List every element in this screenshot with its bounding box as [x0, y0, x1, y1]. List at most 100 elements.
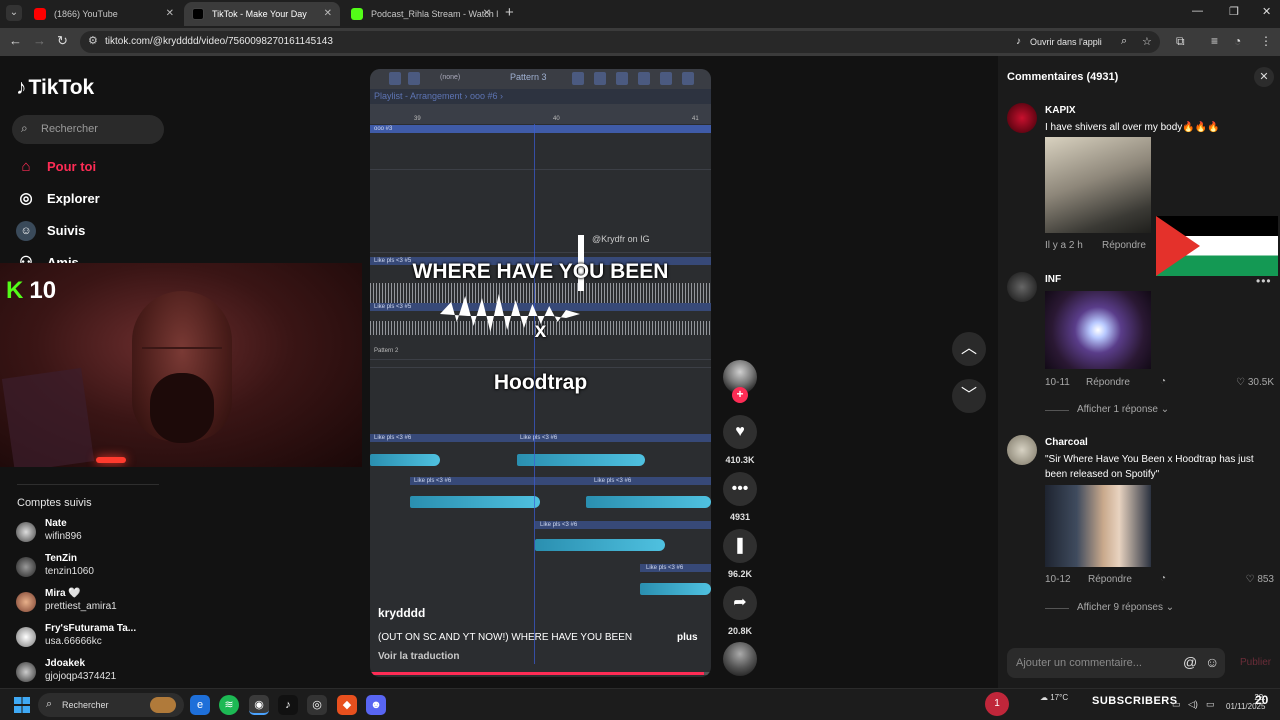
close-tab-icon[interactable]: ✕ [324, 2, 332, 26]
more-options-icon[interactable]: ••• [1256, 274, 1272, 288]
tiktok-app-icon[interactable]: ♪ [278, 695, 298, 715]
followed-account[interactable]: Mira 🤍 prettiest_amira1 [16, 588, 216, 618]
comment-like-button[interactable]: ♡ 853 [1246, 574, 1274, 585]
network-icon[interactable]: ▭ [1172, 699, 1181, 710]
see-translation-button[interactable]: Voir la traduction [378, 651, 460, 662]
taskbar-search[interactable]: ⌕ Rechercher [38, 693, 184, 717]
overlay-x: x [534, 319, 547, 342]
close-tab-icon[interactable]: ✕ [483, 2, 491, 26]
comment-username[interactable]: KAPIX [1045, 105, 1076, 116]
profile-avatar-icon[interactable]: ◔ [1234, 34, 1241, 48]
video-player[interactable]: (none) Pattern 3 Playlist - Arrangement … [370, 69, 711, 677]
reply-button[interactable]: Répondre [1102, 240, 1146, 251]
search-input[interactable]: ⌕ Rechercher [12, 115, 164, 144]
edge-icon[interactable]: e [190, 695, 210, 715]
account-name: Fry'sFuturama Ta... [45, 623, 137, 634]
ruler-mark: 41 [692, 116, 699, 122]
chrome-icon[interactable]: ◉ [249, 695, 269, 715]
address-bar[interactable]: ⚙ tiktok.com/@krydddd/video/756009827016… [80, 31, 1160, 53]
tab-kick[interactable]: Podcast_Rihla Stream - Watch l ✕ [343, 2, 499, 26]
back-icon[interactable]: ← [9, 33, 22, 48]
reply-button[interactable]: Répondre [1086, 377, 1130, 388]
caption-more-button[interactable]: plus [677, 632, 698, 643]
mention-icon[interactable]: @ [1183, 654, 1197, 670]
emoji-icon[interactable]: ☺ [1205, 654, 1219, 670]
comment-like-button[interactable]: ♡ 30.5K [1236, 377, 1274, 388]
battery-icon[interactable]: ▭ [1206, 699, 1215, 710]
tab-youtube[interactable]: (1866) YouTube ✕ [26, 2, 182, 26]
tab-tiktok[interactable]: TikTok - Make Your Day ✕ [184, 2, 340, 26]
volume-icon[interactable]: ◁) [1188, 699, 1198, 710]
followed-account[interactable]: Nate wifin896 [16, 518, 216, 548]
reload-icon[interactable]: ↻ [57, 33, 68, 49]
discord-icon[interactable]: ☻ [366, 695, 386, 715]
account-name: Jdoakek [45, 658, 86, 669]
comment-image[interactable] [1045, 291, 1151, 369]
tab-search-menu-button[interactable]: ⌄ [6, 5, 22, 21]
share-button[interactable]: ➦ 20.8K [722, 586, 758, 636]
followed-account[interactable]: Jdoakek gjojoqp4374421 [16, 658, 216, 688]
comment-image[interactable] [1045, 485, 1151, 567]
browser-tab-bar: ⌄ (1866) YouTube ✕ TikTok - Make Your Da… [0, 0, 1280, 28]
bookmark-star-icon[interactable]: ☆ [1142, 35, 1152, 48]
tab-title: (1866) YouTube [54, 9, 118, 19]
media-controls-icon[interactable]: ≡ [1211, 34, 1218, 48]
show-replies-button[interactable]: Afficher 9 réponses ⌄ [1077, 602, 1174, 613]
followed-account[interactable]: Fry'sFuturama Ta... usa.66666kc [16, 623, 216, 653]
comment-input[interactable]: Ajouter un commentaire... @ ☺ [1007, 648, 1225, 678]
show-replies-button[interactable]: Afficher 1 réponse ⌄ [1077, 404, 1169, 415]
nav-following[interactable]: ☺ Suivis [16, 219, 85, 243]
overlay-title: WHERE HAVE YOU BEEN [412, 260, 669, 283]
video-progress-bar[interactable] [370, 672, 711, 675]
new-tab-button[interactable]: + [505, 4, 514, 21]
minimize-icon[interactable]: — [1192, 5, 1203, 17]
avatar[interactable] [1007, 103, 1037, 133]
save-button[interactable]: ❚ 96.2K [722, 529, 758, 579]
audio-clip [586, 496, 711, 508]
previous-video-button[interactable]: ︿ [952, 332, 986, 366]
audio-clip [370, 454, 440, 466]
avatar [16, 522, 36, 542]
windows-start-icon[interactable] [14, 697, 30, 713]
compass-icon: ◎ [19, 190, 33, 207]
nav-explore[interactable]: ◎ Explorer [16, 187, 99, 211]
comments-title: Commentaires (4931) [1007, 71, 1119, 83]
video-caption: (OUT ON SC AND YT NOW!) WHERE HAVE YOU B… [378, 632, 633, 643]
follow-plus-button[interactable]: + [732, 387, 748, 403]
close-comments-button[interactable]: ✕ [1254, 67, 1274, 87]
avatar[interactable] [1007, 435, 1037, 465]
video-author[interactable]: krydddd [378, 606, 425, 620]
chevron-down-icon: ⌄ [1160, 404, 1170, 415]
comment-time: 10-12 [1045, 574, 1071, 585]
open-in-app-button[interactable]: ♪ Ouvrir dans l'appli [1014, 34, 1108, 50]
app-icon[interactable]: ◆ [337, 695, 357, 715]
comment-button[interactable]: ••• 4931 [722, 472, 758, 522]
comment-username[interactable]: INF [1045, 274, 1061, 285]
extensions-icon[interactable]: ⧉ [1176, 34, 1185, 49]
like-button[interactable]: ♥ 410.3K [722, 415, 758, 465]
save-count: 96.2K [727, 569, 753, 579]
forward-icon[interactable]: → [33, 33, 46, 48]
zoom-icon[interactable]: ⌕ [1121, 35, 1127, 48]
streamer-headphones [142, 347, 222, 361]
close-window-icon[interactable]: ✕ [1262, 5, 1271, 18]
close-tab-icon[interactable]: ✕ [166, 2, 174, 26]
browser-menu-icon[interactable]: ⋮ [1260, 34, 1272, 48]
obs-icon[interactable]: ◎ [307, 695, 327, 715]
kick-logo-icon: K [6, 277, 24, 304]
weather-widget[interactable]: ☁ 17°C [1040, 693, 1068, 702]
next-video-button[interactable]: ﹀ [952, 379, 986, 413]
reply-button[interactable]: Répondre [1088, 574, 1132, 585]
tiktok-logo[interactable]: ♪TikTok [16, 76, 94, 100]
comment-image[interactable] [1045, 137, 1151, 233]
site-info-icon[interactable]: ⚙ [88, 34, 98, 47]
music-disc-avatar[interactable] [723, 642, 757, 676]
spotify-icon[interactable]: ≋ [219, 695, 239, 715]
publish-button[interactable]: Publier [1240, 657, 1271, 668]
nav-for-you[interactable]: ⌂ Pour toi [16, 155, 96, 179]
comment-username[interactable]: Charcoal [1045, 437, 1088, 448]
followed-account[interactable]: TenZin tenzin1060 [16, 553, 216, 583]
logo-text: TikTok [28, 76, 95, 99]
avatar[interactable] [1007, 272, 1037, 302]
maximize-icon[interactable]: ❐ [1229, 5, 1239, 18]
